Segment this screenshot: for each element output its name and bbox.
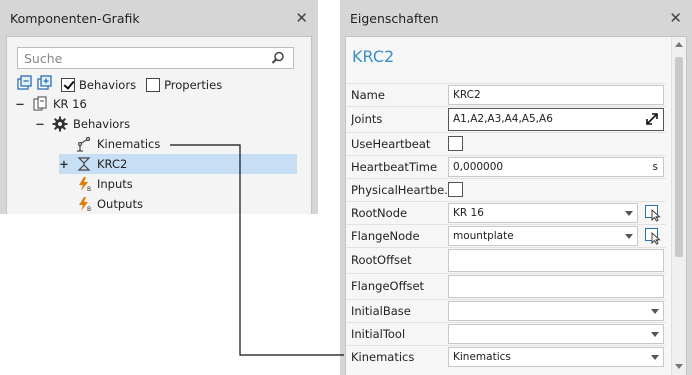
tree-item-outputs[interactable]: B Outputs xyxy=(59,194,143,214)
collapse-all-icon[interactable] xyxy=(17,75,33,94)
properties-panel: Eigenschaften ✕ KRC2 Name KRC2 Joints A1… xyxy=(340,0,692,375)
tree-item-label: Outputs xyxy=(97,197,143,211)
tree-item-label: KR 16 xyxy=(53,97,87,111)
property-label: UseHeartbeat xyxy=(351,137,431,151)
chevron-down-icon[interactable] xyxy=(651,332,659,337)
property-label: InitialTool xyxy=(351,327,406,341)
gear-icon xyxy=(51,116,69,132)
behaviors-checkbox[interactable] xyxy=(61,77,75,92)
kinematics-dropdown[interactable]: Kinematics xyxy=(448,347,664,367)
properties-checkbox[interactable] xyxy=(146,77,161,92)
scroll-thumb[interactable] xyxy=(675,57,683,257)
close-icon[interactable]: ✕ xyxy=(295,10,308,26)
component-graph-panel: Komponenten-Grafik ✕ Behaviors Propertie… xyxy=(0,0,318,214)
close-icon[interactable]: ✕ xyxy=(669,10,682,26)
rootnode-value: KR 16 xyxy=(453,207,484,219)
property-row-initialbase: InitialBase xyxy=(346,299,666,322)
tree-item-label: Kinematics xyxy=(97,137,161,151)
property-label: HeartbeatTime xyxy=(351,160,438,174)
flangenode-value: mountplate xyxy=(453,230,514,242)
component-graph-header: Komponenten-Grafik ✕ xyxy=(0,0,318,36)
property-row-rootnode: RootNode KR 16 xyxy=(346,201,666,224)
property-row-heartbeattime: HeartbeatTime 0,000000 s xyxy=(346,155,666,178)
chevron-down-icon[interactable] xyxy=(625,211,633,216)
property-label: Joints xyxy=(351,112,383,126)
property-label: RootNode xyxy=(351,206,408,220)
scroll-up-icon[interactable] xyxy=(675,42,683,47)
behaviors-checkbox-label: Behaviors xyxy=(79,77,137,92)
property-row-flangenode: FlangeNode mountplate xyxy=(346,224,666,247)
heartbeattime-value: 0,000000 xyxy=(453,161,504,173)
collapse-toggle[interactable]: − xyxy=(35,117,45,131)
collapse-toggle[interactable]: − xyxy=(15,97,25,111)
expand-toggle[interactable]: + xyxy=(59,157,69,171)
pick-node-icon[interactable] xyxy=(644,204,662,225)
tree-item-inputs[interactable]: B Inputs xyxy=(59,174,133,194)
property-label: FlangeOffset xyxy=(351,279,425,293)
tree-item-label: Inputs xyxy=(97,177,133,191)
physicalheartbeat-checkbox[interactable] xyxy=(448,182,463,197)
property-row-rootoffset: RootOffset xyxy=(346,247,666,273)
rootoffset-field[interactable] xyxy=(448,249,664,272)
property-label: PhysicalHeartbe... xyxy=(351,183,447,197)
component-icon xyxy=(31,96,49,112)
property-row-name: Name KRC2 xyxy=(346,83,666,106)
chevron-down-icon[interactable] xyxy=(651,309,659,314)
tree-item-label: KRC2 xyxy=(97,157,128,171)
signal-icon: B xyxy=(75,196,93,212)
scroll-down-icon[interactable] xyxy=(675,364,683,369)
initialbase-dropdown[interactable] xyxy=(448,301,664,321)
properties-checkbox-label: Properties xyxy=(164,77,223,92)
properties-scrollbar[interactable] xyxy=(671,37,686,375)
expand-icon[interactable] xyxy=(644,111,660,130)
properties-header: Eigenschaften ✕ xyxy=(340,0,692,36)
property-label: InitialBase xyxy=(351,304,411,318)
graph-toolbar: Behaviors Properties xyxy=(17,75,228,94)
expand-all-icon[interactable] xyxy=(37,75,53,94)
useheartbeat-checkbox[interactable] xyxy=(448,136,463,151)
property-row-kinematics: Kinematics Kinematics xyxy=(346,345,666,368)
name-field[interactable]: KRC2 xyxy=(448,85,664,105)
component-graph-body: Behaviors Properties − KR 16 − Behaviors… xyxy=(6,36,312,214)
property-label: RootOffset xyxy=(351,253,412,267)
initialtool-dropdown[interactable] xyxy=(448,324,664,344)
search-box[interactable] xyxy=(17,47,294,69)
property-label: Kinematics xyxy=(351,350,415,364)
svg-text:B: B xyxy=(87,206,91,212)
robot-controller-icon xyxy=(75,156,93,172)
property-row-initialtool: InitialTool xyxy=(346,322,666,345)
pick-node-icon[interactable] xyxy=(644,227,662,248)
kinematics-value: Kinematics xyxy=(453,351,511,363)
tree-item-kinematics[interactable]: Kinematics xyxy=(59,134,160,154)
signal-icon: B xyxy=(75,176,93,192)
properties-body: KRC2 Name KRC2 Joints A1,A2,A3,A4,A5,A6 … xyxy=(345,36,687,375)
panel-title: Komponenten-Grafik xyxy=(10,10,140,26)
flangenode-dropdown[interactable]: mountplate xyxy=(448,226,638,246)
component-name-heading: KRC2 xyxy=(352,47,395,66)
panel-title: Eigenschaften xyxy=(350,10,439,26)
tree-item-behaviors[interactable]: − Behaviors xyxy=(35,114,130,134)
tree-item-kr16[interactable]: − KR 16 xyxy=(15,94,87,114)
unit-label: s xyxy=(652,161,658,173)
property-label: Name xyxy=(351,88,385,102)
property-row-flangeoffset: FlangeOffset xyxy=(346,273,666,299)
search-icon[interactable] xyxy=(271,51,285,68)
kinematics-icon xyxy=(75,136,93,152)
joints-field[interactable]: A1,A2,A3,A4,A5,A6 xyxy=(448,108,664,131)
chevron-down-icon[interactable] xyxy=(625,234,633,239)
property-row-joints: Joints A1,A2,A3,A4,A5,A6 xyxy=(346,106,666,132)
svg-text:B: B xyxy=(87,186,91,192)
joints-value: A1,A2,A3,A4,A5,A6 xyxy=(453,113,553,125)
property-label: FlangeNode xyxy=(351,229,420,243)
property-row-useheartbeat: UseHeartbeat xyxy=(346,132,666,155)
property-row-physicalheartbeat: PhysicalHeartbe... xyxy=(346,178,666,201)
tree-item-label: Behaviors xyxy=(73,117,131,131)
flangeoffset-field[interactable] xyxy=(448,275,664,298)
rootnode-dropdown[interactable]: KR 16 xyxy=(448,203,638,223)
tree-item-krc2[interactable]: + KRC2 xyxy=(59,154,297,174)
heartbeattime-field[interactable]: 0,000000 s xyxy=(448,157,664,177)
chevron-down-icon[interactable] xyxy=(651,355,659,360)
search-input[interactable] xyxy=(18,48,258,68)
